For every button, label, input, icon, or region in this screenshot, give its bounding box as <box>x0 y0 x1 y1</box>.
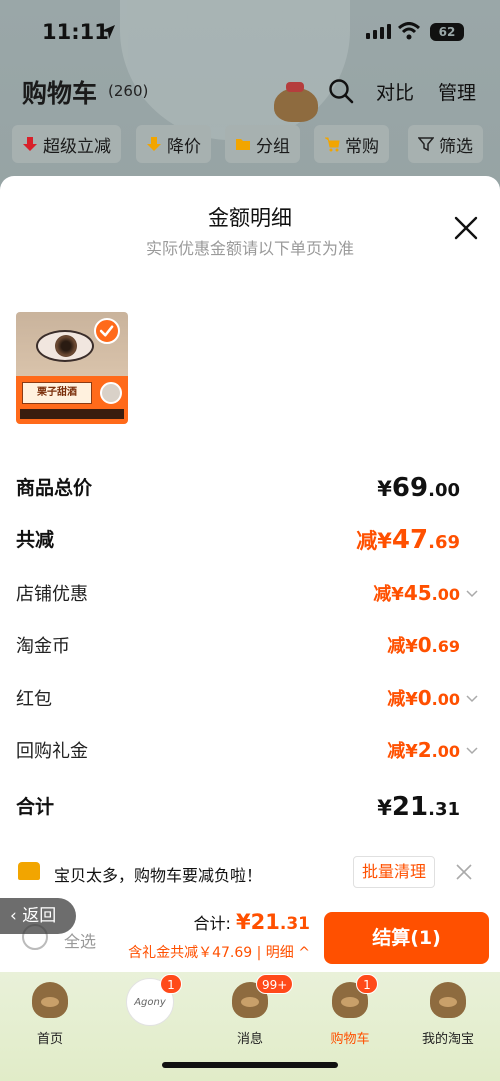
price-row-amount: 减¥47.69 <box>356 525 460 555</box>
price-row-label: 淘金币 <box>16 636 70 657</box>
price-row-label: 回购礼金 <box>16 741 88 762</box>
status-time: 11:11 <box>42 20 109 44</box>
home-indicator <box>162 1062 338 1068</box>
capybara-profile-icon <box>430 982 466 1018</box>
tab-my-taobao[interactable]: 我的淘宝 <box>408 982 488 1054</box>
selected-check-icon[interactable] <box>94 318 120 344</box>
tab-label: 购物车 <box>330 1032 370 1047</box>
price-row-amount: 减¥0.00 <box>387 686 460 710</box>
price-row-amount: ¥69.00 <box>377 473 460 503</box>
select-all-label[interactable]: 全选 <box>64 928 96 952</box>
down-arrow-icon <box>147 137 161 151</box>
filter-chip-frequent[interactable]: 常购 <box>314 125 389 163</box>
price-row: 共减 减¥47.69 <box>16 525 484 557</box>
price-row-amount: 减¥2.00 <box>387 738 460 762</box>
notification-badge: 99+ <box>256 974 294 994</box>
price-row[interactable]: 回购礼金 减¥2.00 <box>16 737 484 769</box>
savings-detail-link[interactable]: 含礼金共减￥47.69 | 明细 ^ <box>128 942 310 962</box>
sheet-title: 金额明细 <box>208 206 292 230</box>
notification-badge: 1 <box>356 974 378 994</box>
lens-sample-icon <box>100 382 122 404</box>
price-drop-arrow-icon <box>23 137 37 151</box>
manage-button[interactable]: 管理 <box>438 78 476 105</box>
price-row: 商品总价 ¥69.00 <box>16 473 484 505</box>
battery-icon: 62 <box>430 23 464 41</box>
tab-home[interactable]: 首页 <box>10 982 90 1054</box>
filter-chip-row: 超级立减 降价 分组 常购 筛选 <box>0 125 500 163</box>
tab-promo-avatar[interactable]: Agony 1 <box>110 974 190 1054</box>
checkout-total: 合计: ¥21.31 <box>194 910 310 934</box>
tab-label: 首页 <box>36 1032 63 1047</box>
price-row-amount: 减¥45.00 <box>373 581 460 605</box>
price-row-label: 共减 <box>16 529 55 551</box>
price-row-amount: ¥21.31 <box>377 792 460 822</box>
search-icon[interactable] <box>328 78 354 104</box>
capybara-home-icon <box>32 982 68 1018</box>
total-decimal: .31 <box>279 914 310 934</box>
filter-chip-label: 降价 <box>167 136 201 157</box>
close-icon[interactable] <box>452 214 480 242</box>
cart-item-count: (260) <box>108 82 149 100</box>
price-row-label: 合计 <box>16 796 55 818</box>
filter-chip-label: 筛选 <box>439 136 473 157</box>
price-row-label: 店铺优惠 <box>16 584 88 605</box>
price-row-amount: 减¥0.69 <box>387 633 460 657</box>
capybara-notice-icon <box>18 862 40 880</box>
compare-button[interactable]: 对比 <box>376 78 414 105</box>
page-title: 购物车 <box>22 79 98 108</box>
price-row[interactable]: 店铺优惠 减¥45.00 <box>16 580 484 612</box>
filter-chip-label: 分组 <box>256 136 290 157</box>
location-arrow-icon <box>101 25 115 39</box>
close-icon[interactable] <box>455 863 473 881</box>
cart-header: 购物车 (260) 对比 管理 <box>0 70 500 122</box>
price-row: 合计 ¥21.31 <box>16 792 484 824</box>
product-thumbnail[interactable]: 栗子甜酒 <box>16 312 128 424</box>
tab-label: 消息 <box>236 1032 263 1047</box>
product-price-strip <box>20 409 124 419</box>
back-label: 返回 <box>22 906 57 926</box>
tab-messages[interactable]: 99+ 消息 <box>210 974 294 1054</box>
notification-badge: 1 <box>160 974 182 994</box>
chevron-up-icon: ^ <box>298 945 310 961</box>
back-button[interactable]: ‹ 返回 <box>0 898 76 934</box>
filter-chip-label: 常购 <box>345 136 379 157</box>
folder-icon <box>236 139 250 150</box>
chevron-down-icon <box>466 695 478 703</box>
total-prefix: 合计: <box>193 914 231 933</box>
chevron-down-icon <box>466 747 478 755</box>
price-detail-sheet: 金额明细 实际优惠金额请以下单页为准 栗子甜酒 商品总价 ¥69.00 共减 减¥47… <box>0 176 500 1081</box>
wifi-icon <box>398 22 420 40</box>
price-row[interactable]: 红包 减¥0.00 <box>16 685 484 717</box>
savings-text: 含礼金共减￥47.69 | 明细 <box>128 945 294 961</box>
filter-chip-super-discount[interactable]: 超级立减 <box>12 125 121 163</box>
capybara-sticker-icon <box>274 82 318 122</box>
batch-clear-button[interactable]: 批量清理 <box>353 856 435 888</box>
total-amount: ¥21 <box>236 910 280 934</box>
tab-label: 我的淘宝 <box>421 1032 474 1047</box>
filter-chip-label: 超级立减 <box>43 136 111 157</box>
product-badge: 栗子甜酒 <box>22 382 92 404</box>
filter-chip-filter[interactable]: 筛选 <box>408 125 483 163</box>
tab-cart[interactable]: 1 购物车 <box>310 974 390 1054</box>
checkout-button[interactable]: 结算(1) <box>324 912 489 964</box>
chevron-down-icon <box>466 590 478 598</box>
cart-icon <box>325 137 340 152</box>
filter-chip-group[interactable]: 分组 <box>225 125 300 163</box>
sheet-subtitle: 实际优惠金额请以下单页为准 <box>145 239 354 258</box>
cellular-signal-icon <box>366 24 391 39</box>
status-bar: 11:11 62 <box>0 0 500 64</box>
notice-text: 宝贝太多，购物车要减负啦！ <box>54 866 263 885</box>
bottom-tab-bar: 首页 Agony 1 99+ 消息 1 购物车 我的淘宝 <box>0 972 500 1081</box>
filter-funnel-icon <box>418 137 434 152</box>
checkout-bar: 全选 ‹ 返回 合计: ¥21.31 含礼金共减￥47.69 | 明细 ^ 结算… <box>0 898 500 972</box>
price-row-label: 商品总价 <box>16 477 93 499</box>
price-row-label: 红包 <box>16 689 52 710</box>
cart-cleanup-notice: 宝贝太多，购物车要减负啦！ 批量清理 <box>0 850 500 894</box>
price-row: 淘金币 减¥0.69 <box>16 632 484 664</box>
filter-chip-price-drop[interactable]: 降价 <box>136 125 211 163</box>
